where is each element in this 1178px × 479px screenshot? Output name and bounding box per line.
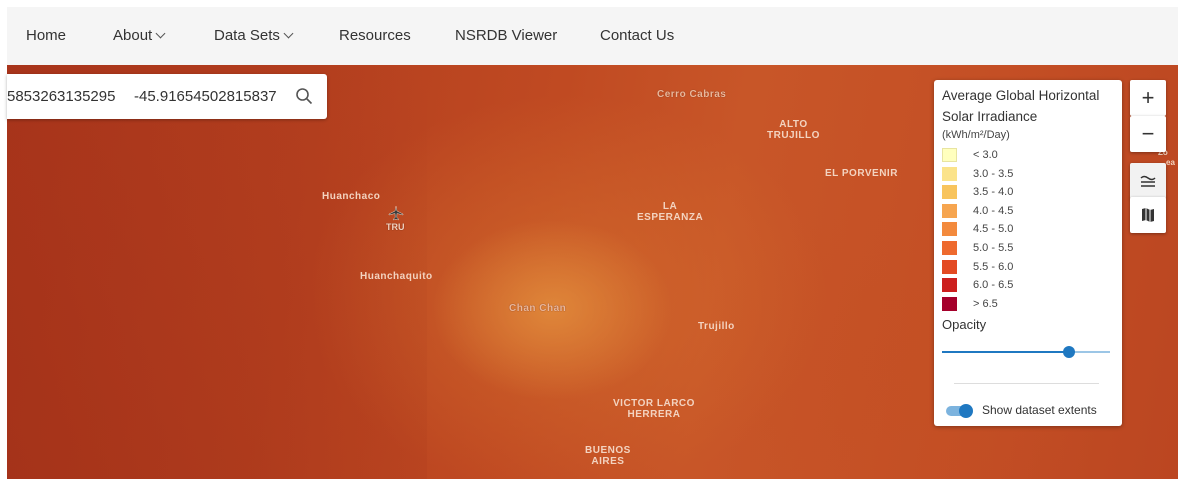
map-label-alto-trujillo-line2: TRUJILLO bbox=[767, 130, 820, 141]
nav-data-sets-label: Data Sets bbox=[214, 27, 280, 44]
chevron-down-icon bbox=[283, 28, 294, 39]
map-label-buenos-aires: BUENOS AIRES bbox=[585, 445, 631, 467]
layers-button[interactable] bbox=[1130, 163, 1166, 199]
map-label-buenos-aires-line1: BUENOS bbox=[585, 445, 631, 456]
legend-row: > 6.5 bbox=[942, 296, 998, 311]
legend-range: 6.0 - 6.5 bbox=[973, 278, 1014, 291]
nav-home[interactable]: Home bbox=[26, 7, 66, 65]
map-label-chan-chan: Chan Chan bbox=[509, 303, 567, 314]
map-label-alto-trujillo-line1: ALTO bbox=[779, 119, 808, 130]
legend-panel: Average Global Horizontal Solar Irradian… bbox=[934, 80, 1122, 426]
nav-about-label: About bbox=[113, 27, 153, 44]
map-label-el-porvenir: EL PORVENIR bbox=[825, 168, 898, 179]
latitude-input[interactable]: 5853263135295 bbox=[7, 74, 129, 119]
legend-range: 4.5 - 5.0 bbox=[973, 222, 1014, 235]
legend-title: Average Global Horizontal Solar Irradian… bbox=[942, 88, 1100, 124]
legend-swatch bbox=[942, 147, 957, 162]
legend-range: > 6.5 bbox=[973, 297, 998, 310]
map-label-la-esperanza: LA ESPERANZA bbox=[637, 201, 703, 223]
legend-swatch bbox=[942, 296, 957, 311]
map-label-tru: TRU bbox=[386, 222, 405, 232]
legend-row: 3.5 - 4.0 bbox=[942, 184, 1013, 199]
nav-home-label: Home bbox=[26, 27, 67, 44]
map-label-la-esperanza-line2: ESPERANZA bbox=[637, 212, 704, 223]
map-label-huanchaquito: Huanchaquito bbox=[360, 271, 433, 282]
opacity-slider-thumb[interactable] bbox=[1063, 346, 1075, 358]
legend-unit: (kWh/m²/Day) bbox=[942, 129, 1010, 141]
show-extents-toggle[interactable] bbox=[946, 404, 974, 418]
legend-row: 4.5 - 5.0 bbox=[942, 221, 1013, 236]
show-extents-label: Show dataset extents bbox=[982, 403, 1097, 417]
minus-icon: − bbox=[1141, 121, 1155, 146]
search-icon[interactable] bbox=[295, 87, 313, 105]
chevron-down-icon bbox=[155, 28, 166, 39]
map-label-alto-trujillo: ALTO TRUJILLO bbox=[767, 119, 820, 141]
nav-nsrdb-viewer-label: NSRDB Viewer bbox=[455, 27, 558, 44]
top-navbar: Home About Data Sets Resources NSRDB Vie… bbox=[7, 7, 1178, 65]
opacity-slider-fill bbox=[942, 351, 1070, 353]
legend-range: 5.0 - 5.5 bbox=[973, 241, 1014, 254]
zoom-out-button[interactable]: − bbox=[1130, 116, 1166, 152]
legend-swatch bbox=[942, 240, 957, 255]
layers-icon bbox=[1140, 175, 1156, 187]
legend-swatch bbox=[942, 221, 957, 236]
legend-divider bbox=[954, 383, 1099, 384]
legend-swatch bbox=[942, 184, 957, 199]
legend-range: 5.5 - 6.0 bbox=[973, 260, 1014, 273]
nav-contact-us[interactable]: Contact Us bbox=[600, 7, 674, 65]
legend-row: 5.5 - 6.0 bbox=[942, 259, 1013, 274]
map-label-buenos-aires-line2: AIRES bbox=[591, 456, 625, 467]
legend-range: < 3.0 bbox=[973, 148, 998, 161]
map-label-victor-larco-herrera: VICTOR LARCO HERRERA bbox=[613, 398, 695, 420]
map-label-cerro-cabras: Cerro Cabras bbox=[657, 89, 727, 100]
legend-row: 3.0 - 3.5 bbox=[942, 166, 1013, 181]
toggle-thumb bbox=[959, 404, 973, 418]
map-label-trujillo: Trujillo bbox=[698, 321, 735, 332]
zoom-in-button[interactable]: + bbox=[1130, 80, 1166, 116]
legend-row: 4.0 - 4.5 bbox=[942, 203, 1013, 218]
legend-row: 5.0 - 5.5 bbox=[942, 240, 1013, 255]
legend-swatch bbox=[942, 166, 957, 181]
opacity-slider-track bbox=[1070, 351, 1110, 353]
plus-icon: + bbox=[1141, 85, 1155, 110]
legend-range: 3.0 - 3.5 bbox=[973, 167, 1014, 180]
nav-resources-label: Resources bbox=[339, 27, 411, 44]
legend-swatch bbox=[942, 277, 957, 292]
legend-row: < 3.0 bbox=[942, 147, 998, 162]
opacity-slider[interactable] bbox=[942, 345, 1110, 359]
nav-contact-us-label: Contact Us bbox=[600, 27, 675, 44]
legend-range: 3.5 - 4.0 bbox=[973, 185, 1014, 198]
nav-nsrdb-viewer[interactable]: NSRDB Viewer bbox=[455, 7, 557, 65]
nav-resources[interactable]: Resources bbox=[339, 7, 411, 65]
airport-icon bbox=[388, 205, 404, 221]
map-label-huanchaco: Huanchaco bbox=[322, 191, 381, 202]
nav-data-sets[interactable]: Data Sets bbox=[214, 7, 294, 65]
map-label-victor-larco-line2: HERRERA bbox=[627, 409, 681, 420]
legend-row: 6.0 - 6.5 bbox=[942, 277, 1013, 292]
nav-about[interactable]: About bbox=[113, 7, 166, 65]
map-label-la-esperanza-line1: LA bbox=[662, 201, 678, 212]
coordinate-search[interactable]: 5853263135295 -45.91654502815837 bbox=[7, 74, 327, 119]
legend-range: 4.0 - 4.5 bbox=[973, 204, 1014, 217]
map-label-victor-larco-line1: VICTOR LARCO bbox=[613, 398, 695, 409]
opacity-label: Opacity bbox=[942, 317, 987, 332]
legend-swatch bbox=[942, 203, 957, 218]
legend-swatch bbox=[942, 259, 957, 274]
basemap-button[interactable] bbox=[1130, 197, 1166, 233]
longitude-input[interactable]: -45.91654502815837 bbox=[134, 74, 277, 119]
map-icon bbox=[1142, 208, 1154, 222]
